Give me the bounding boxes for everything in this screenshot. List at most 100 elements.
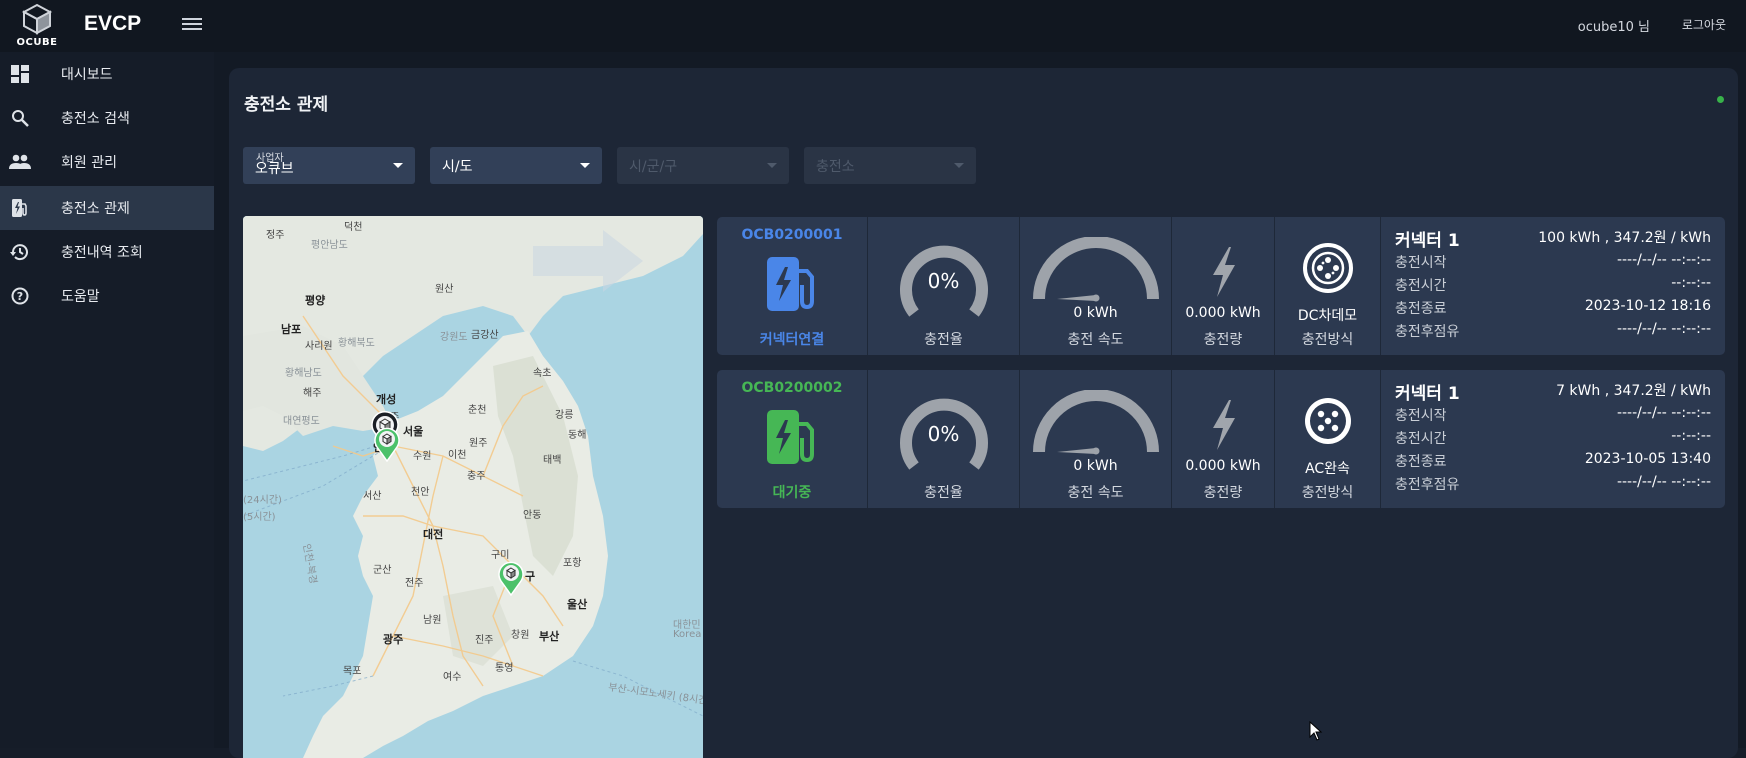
info-key: 충전시간 [1395, 278, 1447, 294]
map-label: 서울 [403, 425, 424, 438]
connector-title: 커넥터 1 [1395, 231, 1460, 251]
charge-amount-label: 충전량 [1203, 332, 1243, 348]
info-value: --:--:-- [1671, 275, 1711, 291]
operator-select[interactable]: 사업자 오큐브 [243, 147, 415, 184]
station-map[interactable]: 정주 덕천 평안남도 원산 평양 남포 강원도 금강산 사리원 황해북도 황해남… [243, 216, 703, 758]
ocube-logo[interactable]: OCUBE [14, 3, 60, 49]
map-label: 이천 [448, 450, 467, 461]
sigungu-select-placeholder: 시/군/구 [629, 158, 678, 175]
map-label: 속초 [533, 368, 552, 379]
charge-method-label: 충전방식 [1301, 485, 1354, 501]
station-marker-available-icon[interactable] [373, 426, 401, 462]
charge-method-label: 충전방식 [1301, 332, 1354, 348]
station-select[interactable]: 충전소 [804, 147, 976, 184]
svg-text:?: ? [17, 290, 23, 303]
sidebar-item-station-control[interactable]: 충전소 관제 [0, 186, 214, 230]
map-label: 목포 [343, 666, 362, 677]
info-row: 충전시간 --:--:-- [1395, 428, 1711, 450]
sidebar-item-label: 도움말 [61, 289, 100, 305]
map-label: 울산 [567, 598, 588, 611]
charge-amount-cell: 0.000 kWh 충전량 [1172, 217, 1275, 355]
sidebar-item-label: 회원 관리 [61, 155, 117, 171]
charge-speed-gauge-icon [1033, 237, 1159, 302]
charger-idle-icon [767, 410, 814, 464]
station-card[interactable]: OCB0200002 대기중 0% 충전율 0 kWh 충전 속도 0.000 … [717, 370, 1725, 508]
map-label: 개성 [376, 393, 397, 406]
charge-rate-label: 충전율 [924, 485, 963, 501]
charge-method-value: AC완속 [1305, 461, 1350, 477]
map-label: 황해북도 [338, 338, 375, 349]
map-label: 천안 [411, 487, 430, 498]
lightning-icon [1213, 400, 1235, 450]
map-label: 창원 [511, 630, 530, 641]
map-label: 원주 [469, 438, 488, 449]
sidebar-item-charging-history[interactable]: 충전내역 조회 [0, 230, 214, 274]
map-label: Korea S [673, 629, 703, 640]
info-value: --:--:-- [1671, 428, 1711, 444]
charger-connected-icon [767, 257, 814, 311]
map-label: 광주 [383, 633, 404, 646]
map-label: 원산 [435, 284, 454, 295]
map-label: 포항 [563, 558, 582, 569]
charging-station-icon [9, 197, 31, 219]
map-label: 남포 [281, 323, 302, 336]
station-status: 대기중 [772, 485, 812, 501]
info-value: ----/--/-- --:--:-- [1616, 252, 1711, 268]
charge-speed-label: 충전 속도 [1067, 332, 1124, 348]
station-card[interactable]: OCB0200001 커넥터연결 0% 충전율 0 kWh 충전 속도 0.00… [717, 217, 1725, 355]
sido-select[interactable]: 시/도 [430, 147, 602, 184]
charge-speed-cell: 0 kWh 충전 속도 [1020, 370, 1172, 508]
sidebar-item-label: 충전내역 조회 [61, 245, 143, 261]
info-row: 충전시작 ----/--/-- --:--:-- [1395, 252, 1711, 274]
page-title: 충전소 관제 [244, 95, 329, 115]
info-row: 충전시작 ----/--/-- --:--:-- [1395, 405, 1711, 427]
history-icon [9, 241, 31, 263]
map-label: 태백 [543, 455, 562, 466]
map-label: 평안남도 [311, 240, 348, 251]
station-id-cell: OCB0200001 커넥터연결 [717, 217, 868, 355]
menu-toggle-icon[interactable] [182, 15, 202, 33]
map-label: 통영 [495, 663, 514, 674]
logo-text: OCUBE [16, 37, 58, 48]
chevron-down-icon [393, 163, 403, 168]
info-key: 충전시작 [1395, 408, 1447, 424]
map-label: 동해 [568, 430, 587, 441]
ac-type1-connector-icon [1305, 398, 1351, 444]
status-dot-icon [1717, 96, 1724, 103]
charge-rate-value: 0% [927, 422, 960, 446]
chevron-down-icon [580, 163, 590, 168]
sidebar: 대시보드 충전소 검색 회원 관리 충전소 관제 충전내역 조회 ? 도움말 [0, 52, 214, 748]
map-label: 강릉 [555, 410, 574, 421]
charge-rate-label: 충전율 [924, 332, 963, 348]
sidebar-item-help[interactable]: ? 도움말 [0, 274, 214, 318]
map-label: (24시간) [243, 495, 282, 506]
sidebar-item-station-search[interactable]: 충전소 검색 [0, 96, 214, 140]
charge-amount-cell: 0.000 kWh 충전량 [1172, 370, 1275, 508]
logout-link[interactable]: 로그아웃 [1682, 16, 1726, 33]
map-label: 여수 [443, 672, 462, 683]
charge-speed-gauge-icon [1033, 390, 1159, 455]
chademo-connector-icon [1303, 243, 1353, 293]
station-marker-available-icon[interactable] [497, 560, 525, 596]
operator-select-label: 사업자 [256, 153, 284, 164]
sidebar-item-dashboard[interactable]: 대시보드 [0, 52, 214, 96]
connector-title: 커넥터 1 [1395, 384, 1460, 404]
info-row: 충전후점유 ----/--/-- --:--:-- [1395, 321, 1711, 343]
sigungu-select[interactable]: 시/군/구 [617, 147, 789, 184]
map-label: 구 [525, 570, 536, 583]
info-row: 충전종료 2023-10-05 13:40 [1395, 451, 1711, 473]
station-id: OCB0200001 [741, 227, 843, 243]
cube-logo-icon [21, 3, 53, 35]
station-select-placeholder: 충전소 [816, 158, 855, 175]
sidebar-item-member-management[interactable]: 회원 관리 [0, 140, 214, 184]
info-row: 충전후점유 ----/--/-- --:--:-- [1395, 474, 1711, 496]
dashboard-icon [9, 63, 31, 85]
station-id-cell: OCB0200002 대기중 [717, 370, 868, 508]
sidebar-item-label: 충전소 검색 [61, 111, 130, 127]
map-label: 군산 [373, 565, 392, 576]
map-label: 금강산 [471, 330, 499, 341]
connector-spec: 7 kWh , 347.2원 / kWh [1556, 383, 1711, 399]
app-title: EVCP [84, 12, 142, 35]
map-label: 충주 [467, 471, 486, 482]
map-label: 춘천 [468, 405, 487, 416]
